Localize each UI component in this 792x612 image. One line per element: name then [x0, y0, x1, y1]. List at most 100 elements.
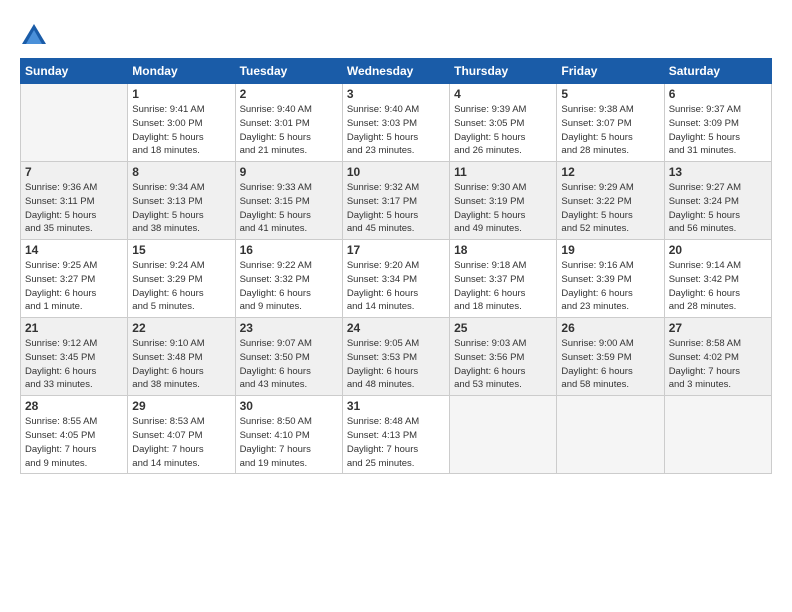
calendar-header-monday: Monday [128, 59, 235, 84]
calendar-week-row: 7Sunrise: 9:36 AMSunset: 3:11 PMDaylight… [21, 162, 772, 240]
calendar-day-cell: 25 Sunrise: 9:03 AMSunset: 3:56 PMDayligh… [450, 318, 557, 396]
calendar-day-cell: 15 Sunrise: 9:24 AMSunset: 3:29 PMDayligh… [128, 240, 235, 318]
day-info: Sunrise: 9:12 AMSunset: 3:45 PMDaylight:… [25, 337, 123, 392]
calendar-day-cell: 16 Sunrise: 9:22 AMSunset: 3:32 PMDayligh… [235, 240, 342, 318]
day-info: Sunrise: 9:30 AMSunset: 3:19 PMDaylight:… [454, 181, 552, 236]
day-info: Sunrise: 9:10 AMSunset: 3:48 PMDaylight:… [132, 337, 230, 392]
calendar-week-row: 1 Sunrise: 9:41 AMSunset: 3:00 PMDaylight… [21, 84, 772, 162]
day-info: Sunrise: 8:48 AMSunset: 4:13 PMDaylight:… [347, 415, 445, 470]
day-info: Sunrise: 8:55 AMSunset: 4:05 PMDaylight:… [25, 415, 123, 470]
day-info: Sunrise: 9:34 AMSunset: 3:13 PMDaylight:… [132, 181, 230, 236]
day-number: 23 [240, 321, 338, 335]
day-number: 24 [347, 321, 445, 335]
day-number: 2 [240, 87, 338, 101]
day-info: Sunrise: 9:32 AMSunset: 3:17 PMDaylight:… [347, 181, 445, 236]
day-number: 17 [347, 243, 445, 257]
calendar-day-cell: 18Sunrise: 9:18 AMSunset: 3:37 PMDayligh… [450, 240, 557, 318]
calendar-header-wednesday: Wednesday [342, 59, 449, 84]
day-info: Sunrise: 9:41 AMSunset: 3:00 PMDaylight:… [132, 103, 230, 158]
day-number: 31 [347, 399, 445, 413]
calendar-day-cell: 7Sunrise: 9:36 AMSunset: 3:11 PMDaylight… [21, 162, 128, 240]
day-info: Sunrise: 9:24 AMSunset: 3:29 PMDaylight:… [132, 259, 230, 314]
calendar-day-cell: 20 Sunrise: 9:14 AMSunset: 3:42 PMDayligh… [664, 240, 771, 318]
calendar-day-cell: 27 Sunrise: 8:58 AMSunset: 4:02 PMDayligh… [664, 318, 771, 396]
calendar-day-cell: 4 Sunrise: 9:39 AMSunset: 3:05 PMDaylight… [450, 84, 557, 162]
day-number: 13 [669, 165, 767, 179]
logo-icon [20, 22, 48, 50]
day-number: 4 [454, 87, 552, 101]
calendar-header-sunday: Sunday [21, 59, 128, 84]
calendar-week-row: 28Sunrise: 8:55 AMSunset: 4:05 PMDayligh… [21, 396, 772, 474]
day-info: Sunrise: 8:50 AMSunset: 4:10 PMDaylight:… [240, 415, 338, 470]
logo [20, 22, 52, 50]
header-area [20, 18, 772, 50]
calendar-day-cell [450, 396, 557, 474]
calendar-day-cell [664, 396, 771, 474]
calendar-day-cell: 28Sunrise: 8:55 AMSunset: 4:05 PMDayligh… [21, 396, 128, 474]
day-number: 27 [669, 321, 767, 335]
calendar-day-cell [557, 396, 664, 474]
day-number: 8 [132, 165, 230, 179]
day-info: Sunrise: 9:18 AMSunset: 3:37 PMDaylight:… [454, 259, 552, 314]
day-number: 15 [132, 243, 230, 257]
day-info: Sunrise: 9:07 AMSunset: 3:50 PMDaylight:… [240, 337, 338, 392]
day-number: 29 [132, 399, 230, 413]
day-number: 14 [25, 243, 123, 257]
page: SundayMondayTuesdayWednesdayThursdayFrid… [0, 0, 792, 484]
day-number: 20 [669, 243, 767, 257]
day-number: 10 [347, 165, 445, 179]
calendar-week-row: 14Sunrise: 9:25 AMSunset: 3:27 PMDayligh… [21, 240, 772, 318]
calendar-header-friday: Friday [557, 59, 664, 84]
calendar-week-row: 21 Sunrise: 9:12 AMSunset: 3:45 PMDayligh… [21, 318, 772, 396]
day-info: Sunrise: 9:40 AMSunset: 3:01 PMDaylight:… [240, 103, 338, 158]
calendar-day-cell: 11Sunrise: 9:30 AMSunset: 3:19 PMDayligh… [450, 162, 557, 240]
day-info: Sunrise: 8:53 AMSunset: 4:07 PMDaylight:… [132, 415, 230, 470]
calendar-day-cell: 19 Sunrise: 9:16 AMSunset: 3:39 PMDayligh… [557, 240, 664, 318]
calendar-day-cell: 5 Sunrise: 9:38 AMSunset: 3:07 PMDaylight… [557, 84, 664, 162]
calendar-header-tuesday: Tuesday [235, 59, 342, 84]
day-info: Sunrise: 9:38 AMSunset: 3:07 PMDaylight:… [561, 103, 659, 158]
calendar-day-cell: 30Sunrise: 8:50 AMSunset: 4:10 PMDayligh… [235, 396, 342, 474]
day-info: Sunrise: 9:03 AMSunset: 3:56 PMDaylight:… [454, 337, 552, 392]
day-number: 5 [561, 87, 659, 101]
day-number: 25 [454, 321, 552, 335]
calendar-day-cell: 9 Sunrise: 9:33 AMSunset: 3:15 PMDaylight… [235, 162, 342, 240]
day-number: 7 [25, 165, 123, 179]
calendar-header-row: SundayMondayTuesdayWednesdayThursdayFrid… [21, 59, 772, 84]
day-number: 3 [347, 87, 445, 101]
calendar-day-cell: 17 Sunrise: 9:20 AMSunset: 3:34 PMDayligh… [342, 240, 449, 318]
calendar-header-thursday: Thursday [450, 59, 557, 84]
calendar-day-cell [21, 84, 128, 162]
calendar-day-cell: 23 Sunrise: 9:07 AMSunset: 3:50 PMDayligh… [235, 318, 342, 396]
calendar-day-cell: 21 Sunrise: 9:12 AMSunset: 3:45 PMDayligh… [21, 318, 128, 396]
calendar-day-cell: 3 Sunrise: 9:40 AMSunset: 3:03 PMDaylight… [342, 84, 449, 162]
calendar-table: SundayMondayTuesdayWednesdayThursdayFrid… [20, 58, 772, 474]
day-info: Sunrise: 9:14 AMSunset: 3:42 PMDaylight:… [669, 259, 767, 314]
day-info: Sunrise: 9:22 AMSunset: 3:32 PMDaylight:… [240, 259, 338, 314]
calendar-day-cell: 2 Sunrise: 9:40 AMSunset: 3:01 PMDaylight… [235, 84, 342, 162]
day-info: Sunrise: 9:16 AMSunset: 3:39 PMDaylight:… [561, 259, 659, 314]
day-info: Sunrise: 9:20 AMSunset: 3:34 PMDaylight:… [347, 259, 445, 314]
day-info: Sunrise: 9:37 AMSunset: 3:09 PMDaylight:… [669, 103, 767, 158]
day-info: Sunrise: 9:40 AMSunset: 3:03 PMDaylight:… [347, 103, 445, 158]
day-info: Sunrise: 9:29 AMSunset: 3:22 PMDaylight:… [561, 181, 659, 236]
calendar-day-cell: 24 Sunrise: 9:05 AMSunset: 3:53 PMDayligh… [342, 318, 449, 396]
day-number: 12 [561, 165, 659, 179]
day-info: Sunrise: 9:39 AMSunset: 3:05 PMDaylight:… [454, 103, 552, 158]
day-info: Sunrise: 9:33 AMSunset: 3:15 PMDaylight:… [240, 181, 338, 236]
day-info: Sunrise: 9:27 AMSunset: 3:24 PMDaylight:… [669, 181, 767, 236]
day-number: 26 [561, 321, 659, 335]
day-number: 21 [25, 321, 123, 335]
calendar-day-cell: 13 Sunrise: 9:27 AMSunset: 3:24 PMDayligh… [664, 162, 771, 240]
calendar-day-cell: 6Sunrise: 9:37 AMSunset: 3:09 PMDaylight… [664, 84, 771, 162]
calendar-day-cell: 29 Sunrise: 8:53 AMSunset: 4:07 PMDayligh… [128, 396, 235, 474]
day-number: 9 [240, 165, 338, 179]
calendar-day-cell: 14Sunrise: 9:25 AMSunset: 3:27 PMDayligh… [21, 240, 128, 318]
day-info: Sunrise: 9:05 AMSunset: 3:53 PMDaylight:… [347, 337, 445, 392]
day-info: Sunrise: 8:58 AMSunset: 4:02 PMDaylight:… [669, 337, 767, 392]
day-info: Sunrise: 9:00 AMSunset: 3:59 PMDaylight:… [561, 337, 659, 392]
day-number: 1 [132, 87, 230, 101]
day-number: 19 [561, 243, 659, 257]
calendar-day-cell: 22Sunrise: 9:10 AMSunset: 3:48 PMDayligh… [128, 318, 235, 396]
day-number: 16 [240, 243, 338, 257]
